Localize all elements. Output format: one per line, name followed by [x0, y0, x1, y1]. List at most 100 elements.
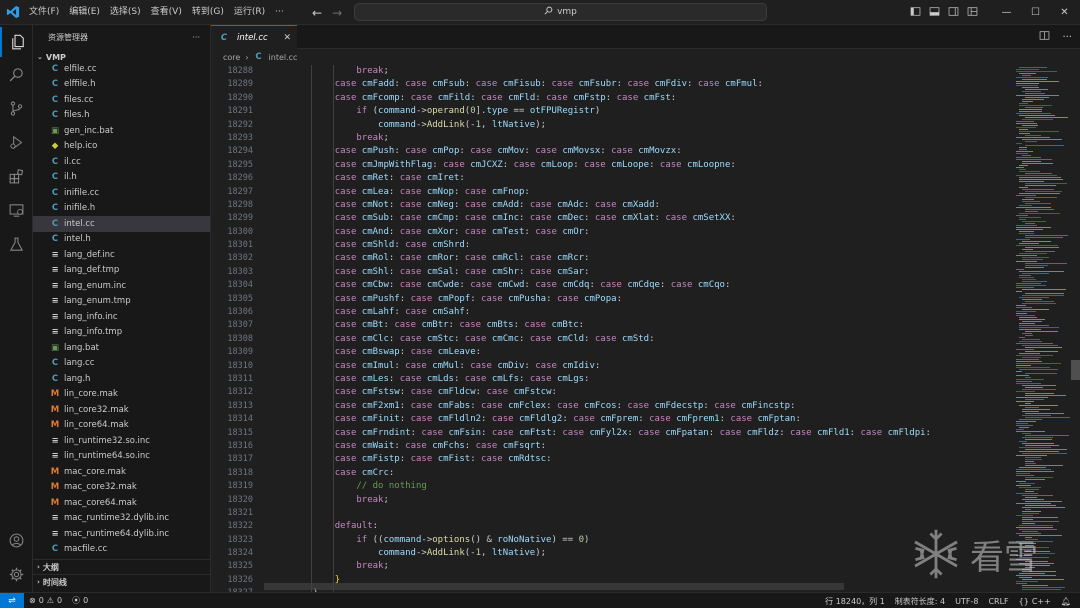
- file-item[interactable]: ≡ lin_runtime64.so.inc: [33, 449, 210, 465]
- file-item[interactable]: ≡ lang_def.inc: [33, 247, 210, 263]
- minimap-line: [1022, 587, 1065, 588]
- ports-indicator[interactable]: ⦿ 0: [67, 595, 93, 606]
- file-item[interactable]: Celffile.h: [33, 77, 210, 93]
- file-item[interactable]: Clang.cc: [33, 356, 210, 372]
- search-icon[interactable]: [0, 59, 33, 89]
- line-text: case cmLahf: case cmSahf:: [334, 307, 471, 318]
- file-item[interactable]: Mlin_core.mak: [33, 387, 210, 403]
- run-debug-icon[interactable]: [0, 127, 33, 157]
- file-item[interactable]: ≡ mac_runtime32.dylib.inc: [33, 511, 210, 527]
- extensions-icon[interactable]: [0, 161, 33, 191]
- file-item[interactable]: Clang.h: [33, 371, 210, 387]
- file-item[interactable]: ≡ lin_runtime32.so.inc: [33, 433, 210, 449]
- file-item[interactable]: ≡ lang_def.tmp: [33, 263, 210, 279]
- file-item[interactable]: Mmac_core64.mak: [33, 495, 210, 511]
- editor-tabs: C intel.cc ✕ ···: [211, 25, 1080, 49]
- file-item[interactable]: Mlin_core64.mak: [33, 418, 210, 434]
- toggle-secondary-sidebar-icon[interactable]: [948, 6, 959, 20]
- close-window-button[interactable]: ✕: [1050, 0, 1079, 25]
- file-item-label: intel.h: [64, 234, 91, 245]
- file-item[interactable]: ≡ lang_enum.tmp: [33, 294, 210, 310]
- code-line: 18311 case cmLes: case cmLds: case cmLfs…: [211, 373, 1006, 386]
- file-item[interactable]: Cinifile.h: [33, 201, 210, 217]
- file-item[interactable]: Mmac_core32.mak: [33, 480, 210, 496]
- notifications-bell-icon[interactable]: 🔔︎: [1056, 597, 1076, 606]
- minimap-line: [1025, 251, 1055, 252]
- file-item[interactable]: ◆ help.ico: [33, 139, 210, 155]
- account-icon[interactable]: [0, 525, 33, 555]
- file-item[interactable]: Cil.h: [33, 170, 210, 186]
- file-item[interactable]: Cmacfile.cc: [33, 542, 210, 558]
- file-item[interactable]: ≡ lang_info.inc: [33, 309, 210, 325]
- maximize-button[interactable]: ☐: [1021, 0, 1050, 25]
- file-item[interactable]: Cfiles.cc: [33, 92, 210, 108]
- command-center-search[interactable]: vmp: [354, 3, 767, 21]
- file-type-icon: C: [51, 94, 59, 105]
- file-item[interactable]: Celfile.cc: [33, 61, 210, 77]
- minimize-button[interactable]: —: [992, 0, 1021, 25]
- language-mode[interactable]: {} C++: [1014, 597, 1056, 606]
- minimap-line: [1016, 137, 1050, 138]
- minimap-line: [1025, 267, 1044, 268]
- remote-explorer-icon[interactable]: [0, 195, 33, 225]
- toggle-primary-sidebar-icon[interactable]: [910, 6, 921, 20]
- file-item[interactable]: Cil.cc: [33, 154, 210, 170]
- file-item-label: lang_def.tmp: [64, 265, 120, 276]
- vertical-scrollbar[interactable]: [1071, 360, 1080, 380]
- source-control-icon[interactable]: [0, 93, 33, 123]
- explorer-more-actions[interactable]: ···: [192, 33, 200, 42]
- tab-label: intel.cc: [237, 32, 268, 43]
- end-of-line[interactable]: CRLF: [983, 597, 1013, 606]
- menu-more[interactable]: ···: [270, 0, 289, 25]
- file-item[interactable]: Cinifile.cc: [33, 185, 210, 201]
- menu-edit[interactable]: 编辑(E): [64, 0, 105, 25]
- customize-layout-icon[interactable]: [967, 6, 978, 20]
- indentation[interactable]: 制表符长度: 4: [890, 596, 950, 607]
- tab-intel-cc[interactable]: C intel.cc ✕: [211, 25, 297, 49]
- breadcrumb-file[interactable]: intel.cc: [269, 53, 298, 62]
- cursor-position[interactable]: 行 18240，列 1: [820, 596, 890, 607]
- testing-flask-icon[interactable]: [0, 229, 33, 259]
- file-item[interactable]: Mlin_core32.mak: [33, 402, 210, 418]
- menu-selection[interactable]: 选择(S): [105, 0, 146, 25]
- menu-view[interactable]: 查看(V): [146, 0, 187, 25]
- menu-file[interactable]: 文件(F): [24, 0, 64, 25]
- code-editor[interactable]: 18288 break; 18289 case cmFadd: case cmFs…: [211, 65, 1006, 592]
- tab-close-button[interactable]: ✕: [283, 33, 291, 43]
- vscode-window: 文件(F) 编辑(E) 选择(S) 查看(V) 转到(G) 运行(R) ··· …: [0, 0, 1080, 608]
- explorer-icon[interactable]: [0, 27, 33, 57]
- outline-section[interactable]: › 大纲: [33, 559, 210, 574]
- timeline-section[interactable]: › 时间线: [33, 574, 210, 589]
- back-arrow-icon[interactable]: ←: [312, 6, 322, 20]
- menu-run[interactable]: 运行(R): [229, 0, 270, 25]
- file-item[interactable]: ≡ lang_info.tmp: [33, 325, 210, 341]
- file-item[interactable]: ≡ lang_enum.inc: [33, 278, 210, 294]
- file-item[interactable]: ▣ lang.bat: [33, 340, 210, 356]
- menu-go[interactable]: 转到(G): [187, 0, 229, 25]
- file-item[interactable]: ▣ gen_inc.bat: [33, 123, 210, 139]
- toggle-panel-icon[interactable]: [929, 6, 940, 20]
- minimap-line: [1016, 469, 1051, 470]
- file-item[interactable]: Cintel.cc: [33, 216, 210, 232]
- breadcrumb-folder[interactable]: core: [223, 53, 240, 62]
- encoding[interactable]: UTF-8: [950, 597, 983, 606]
- problems-indicator[interactable]: ⊗ 0 ⚠ 0: [24, 596, 67, 605]
- minimap-line: [1022, 443, 1054, 444]
- file-item[interactable]: ≡ mac_runtime64.dylib.inc: [33, 526, 210, 542]
- horizontal-scrollbar[interactable]: [264, 583, 844, 590]
- settings-gear-icon[interactable]: [0, 559, 33, 589]
- file-item[interactable]: Mmac_core.mak: [33, 464, 210, 480]
- split-editor-icon[interactable]: [1039, 30, 1050, 44]
- minimap-line: [1025, 509, 1031, 510]
- minimap-line: [1016, 367, 1050, 368]
- minimap-line: [1022, 155, 1031, 156]
- file-item[interactable]: Cintel.h: [33, 232, 210, 248]
- more-actions-icon[interactable]: ···: [1062, 32, 1072, 43]
- forward-arrow-icon[interactable]: →: [332, 6, 342, 20]
- minimap-line: [1019, 111, 1042, 112]
- minimap[interactable]: [1006, 65, 1080, 592]
- remote-indicator-icon[interactable]: ⇌: [0, 592, 24, 608]
- minimap-line: [1016, 473, 1030, 474]
- minimap-line: [1016, 255, 1037, 256]
- file-item[interactable]: Cfiles.h: [33, 108, 210, 124]
